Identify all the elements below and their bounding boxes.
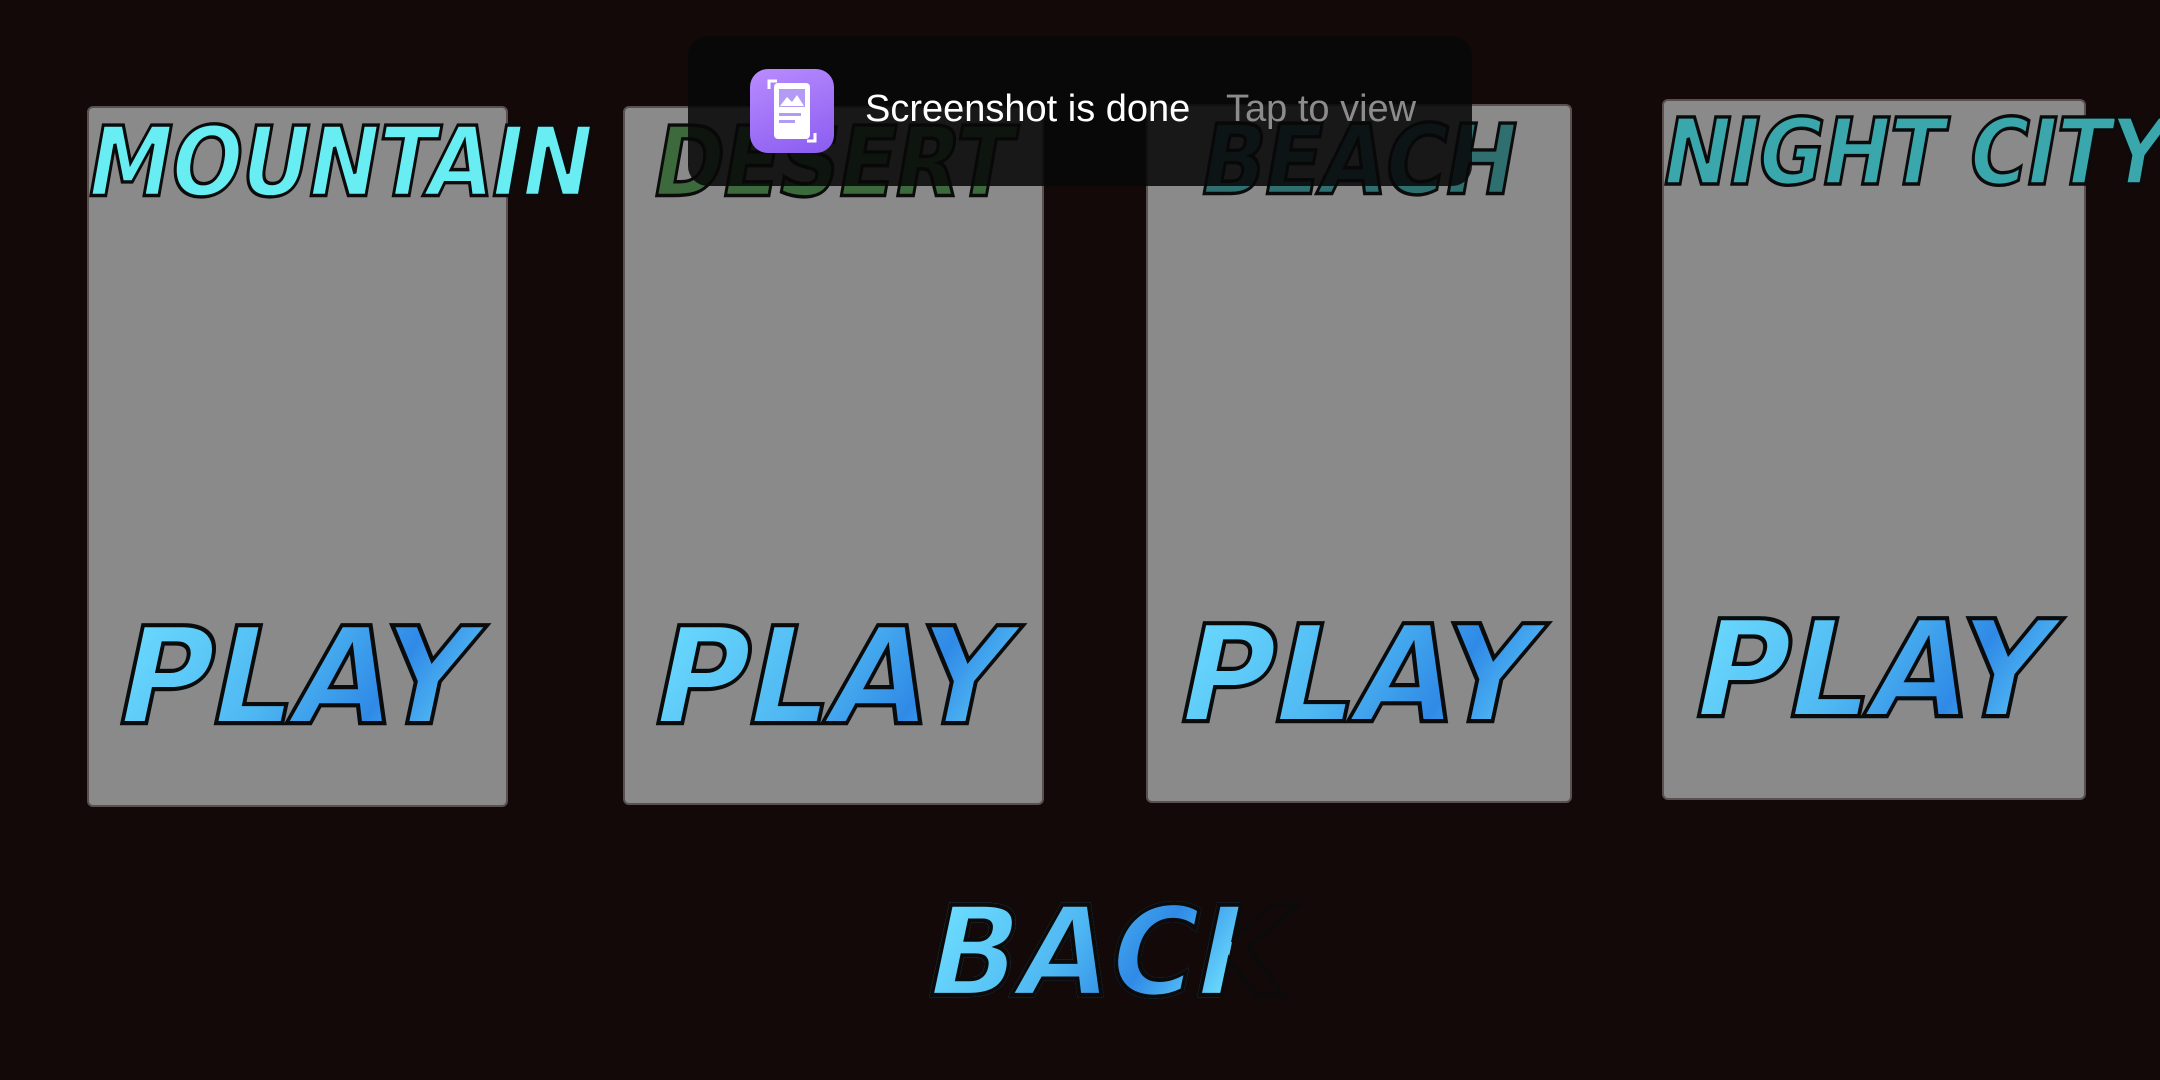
level-title-mountain: MOUNTAIN xyxy=(77,104,603,220)
level-select-screen: MOUNTAIN PLAY DESERT PLAY BEACH PLAY NIG… xyxy=(0,0,2160,1080)
tap-to-view-link[interactable]: Tap to view xyxy=(1226,88,1416,131)
toast-message: Screenshot is done xyxy=(865,88,1191,130)
level-card-desert[interactable]: DESERT PLAY xyxy=(623,104,1044,805)
level-title-night-city: NIGHT CITY xyxy=(1653,97,2160,207)
level-card-mountain[interactable]: MOUNTAIN PLAY xyxy=(77,104,603,807)
back-button[interactable]: BACK xyxy=(913,878,1307,1027)
screenshot-icon xyxy=(750,69,834,153)
screenshot-toast[interactable]: Screenshot is done Tap to view xyxy=(688,36,1472,186)
play-button-beach[interactable]: PLAY xyxy=(1134,595,1585,756)
play-button-night-city[interactable]: PLAY xyxy=(1650,590,2099,751)
level-card-beach[interactable]: BEACH PLAY xyxy=(1146,102,1572,803)
play-button-desert[interactable]: PLAY xyxy=(611,597,1057,758)
level-card-night-city[interactable]: NIGHT CITY PLAY xyxy=(1653,97,2160,800)
play-button-mountain[interactable]: PLAY xyxy=(75,597,521,758)
